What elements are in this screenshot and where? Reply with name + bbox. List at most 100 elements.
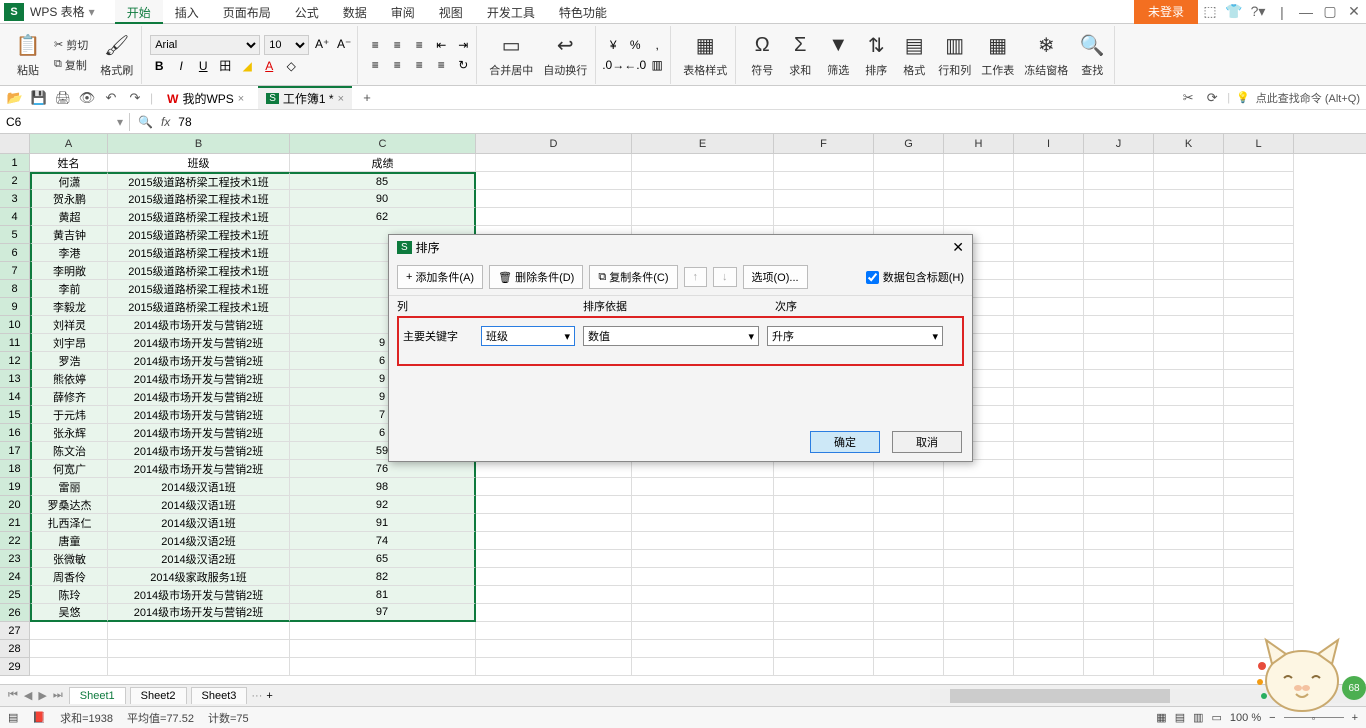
copy-condition-button[interactable]: ⧉复制条件(C) [589,265,677,289]
cell[interactable] [774,190,874,208]
align-right-button[interactable]: ≡ [410,56,428,74]
paste-button[interactable]: 📋 粘贴 [10,30,46,80]
cell[interactable] [1224,316,1294,334]
cell[interactable] [1084,280,1154,298]
cell[interactable] [1224,568,1294,586]
cell[interactable] [1014,532,1084,550]
has-header-checkbox[interactable]: 数据包含标题(H) [866,269,964,285]
row-header[interactable]: 15 [0,406,30,424]
cell[interactable]: 贺永鹏 [30,190,108,208]
row-header[interactable]: 1 [0,154,30,172]
cell[interactable] [1014,334,1084,352]
cell[interactable] [874,172,944,190]
cell[interactable] [1224,496,1294,514]
cell[interactable]: 2015级道路桥梁工程技术1班 [108,244,290,262]
cell[interactable] [476,640,632,658]
cell[interactable] [874,658,944,676]
cell[interactable] [632,172,774,190]
name-box[interactable]: C6 ▾ [0,113,130,131]
add-condition-button[interactable]: +添加条件(A) [397,265,483,289]
cell[interactable]: 2014级市场开发与营销2班 [108,370,290,388]
cell[interactable] [632,568,774,586]
row-header[interactable]: 20 [0,496,30,514]
skin-icon[interactable]: ⬚ [1198,0,1222,24]
row-header[interactable]: 21 [0,514,30,532]
cell[interactable] [1084,658,1154,676]
col-header-J[interactable]: J [1084,134,1154,153]
cell[interactable] [1014,190,1084,208]
cell[interactable] [1154,298,1224,316]
cell[interactable] [1014,478,1084,496]
cell[interactable] [774,658,874,676]
cell[interactable]: 周香伶 [30,568,108,586]
cell[interactable] [1014,514,1084,532]
cell[interactable] [1224,460,1294,478]
cell[interactable] [774,568,874,586]
view-reading-icon[interactable]: ▭ [1212,711,1222,724]
view-normal-icon[interactable]: ▦ [1156,711,1166,724]
cell[interactable] [1014,352,1084,370]
cell[interactable] [476,172,632,190]
cell[interactable] [1154,208,1224,226]
cell[interactable] [1154,640,1224,658]
cell[interactable] [1154,352,1224,370]
cell[interactable] [1084,406,1154,424]
cell[interactable] [1224,604,1294,622]
sum-button[interactable]: Σ求和 [782,30,818,80]
cell[interactable] [1014,406,1084,424]
cell[interactable] [290,640,476,658]
cell[interactable]: 76 [290,460,476,478]
cell[interactable] [108,658,290,676]
cell[interactable] [874,550,944,568]
cell[interactable] [1224,172,1294,190]
cell[interactable] [632,622,774,640]
col-header-L[interactable]: L [1224,134,1294,153]
cell[interactable]: 唐童 [30,532,108,550]
cell[interactable] [476,514,632,532]
cell[interactable] [944,172,1014,190]
cell[interactable]: 62 [290,208,476,226]
comma-button[interactable]: , [648,36,666,54]
cell[interactable]: 罗桑达杰 [30,496,108,514]
cell[interactable] [1154,568,1224,586]
cell[interactable] [1224,244,1294,262]
cell[interactable] [1084,442,1154,460]
cell[interactable] [632,460,774,478]
cell[interactable] [476,460,632,478]
cell[interactable] [108,622,290,640]
sheet-tab-2[interactable]: Sheet2 [130,687,187,704]
cell[interactable]: 成绩 [290,154,476,172]
cell[interactable] [30,658,108,676]
percent-button[interactable]: % [626,36,644,54]
scissors-icon[interactable]: ✂ [1179,89,1197,107]
align-middle-button[interactable]: ≡ [388,36,406,54]
cell[interactable] [1154,586,1224,604]
cell[interactable] [1154,460,1224,478]
format-painter-button[interactable]: 🖌 格式刷 [96,30,137,80]
cell[interactable] [632,586,774,604]
cell[interactable] [1084,460,1154,478]
symbol-button[interactable]: Ω符号 [744,30,780,80]
cell[interactable]: 2014级市场开发与营销2班 [108,388,290,406]
cell[interactable]: 2015级道路桥梁工程技术1班 [108,298,290,316]
cell[interactable] [476,550,632,568]
row-header[interactable]: 7 [0,262,30,280]
cell[interactable] [1014,604,1084,622]
cell[interactable] [1014,424,1084,442]
cell[interactable] [1224,370,1294,388]
sort-order-select[interactable]: 升序▾ [767,326,943,346]
cell[interactable] [632,496,774,514]
select-all-corner[interactable] [0,134,30,153]
cell[interactable]: 李毅龙 [30,298,108,316]
underline-button[interactable]: U [194,57,212,75]
sort-button[interactable]: ⇅排序 [858,30,894,80]
cell[interactable]: 2015级道路桥梁工程技术1班 [108,226,290,244]
cell[interactable] [1014,298,1084,316]
zoom-out-icon[interactable]: − [1269,712,1275,724]
cell[interactable] [944,208,1014,226]
cell[interactable] [1224,406,1294,424]
cell[interactable] [874,532,944,550]
sheet-nav-last-icon[interactable]: ⏭ [51,689,65,702]
row-header[interactable]: 13 [0,370,30,388]
cell[interactable] [1014,388,1084,406]
